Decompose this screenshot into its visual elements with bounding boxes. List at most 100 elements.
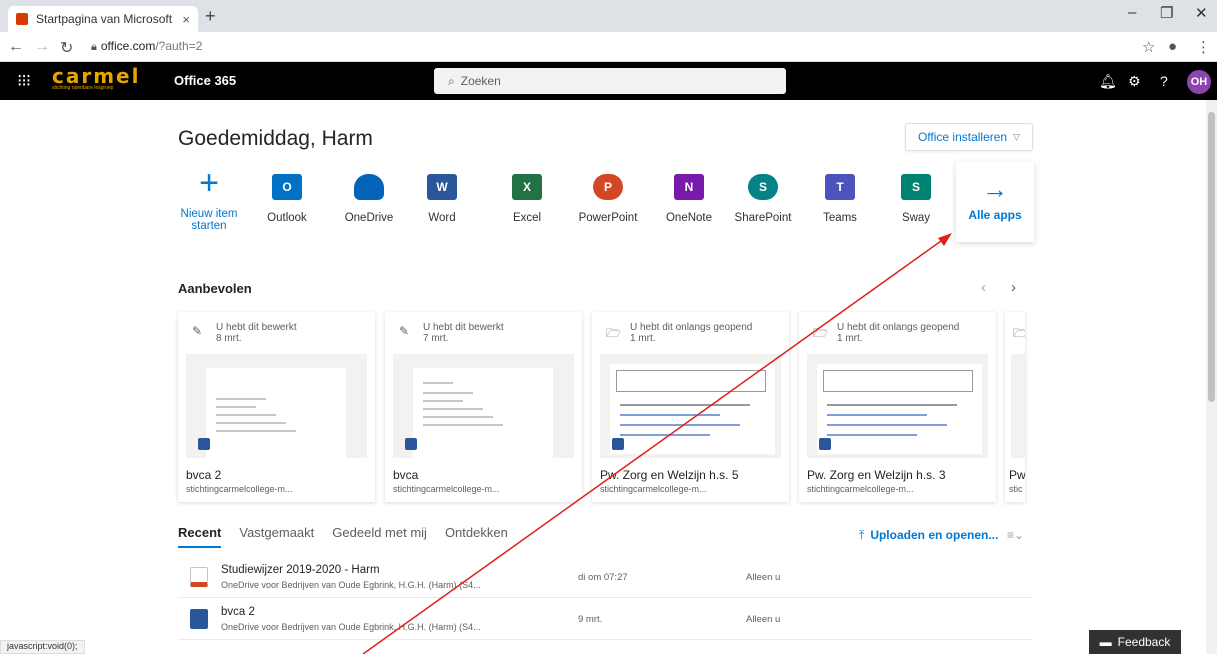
card-site: stichtingcarmelcollege-m... (807, 484, 914, 494)
plus-icon: + (199, 164, 219, 202)
new-tab-button[interactable]: + (205, 6, 216, 27)
app-label: Nieuw item starten (180, 208, 238, 232)
page-scrollbar[interactable] (1206, 100, 1217, 654)
document-thumbnail (600, 354, 781, 458)
restore-button[interactable]: ❐ (1160, 4, 1173, 22)
avatar[interactable]: OH (1187, 70, 1211, 94)
app-label: Excel (512, 212, 542, 224)
onedrive-icon (354, 174, 384, 200)
card-file-name: Pw. Zorg en Welzijn h.s. 3 (807, 468, 946, 482)
card-file-name: Pw. Zorg en Welzijn h.s. 5 (600, 468, 739, 482)
browser-menu-icon[interactable]: ⋮ (1196, 38, 1211, 56)
card-site: stic (1009, 484, 1023, 494)
recommended-heading: Aanbevolen (178, 281, 252, 296)
word-icon (190, 609, 208, 629)
file-path: OneDrive voor Bedrijven van Oude Egbrink… (221, 580, 481, 590)
recommended-card[interactable]: 🗁 U hebt dit onlangs geopend 1 mrt. Pw. Z… (799, 312, 996, 502)
file-tabs: Recent Vastgemaakt Gedeeld met mij Ontde… (178, 525, 508, 548)
outlook-icon: O (272, 174, 302, 200)
app-excel[interactable]: X Excel (489, 170, 565, 224)
url-field[interactable]: 🔒︎ office.com/?auth=2 (91, 39, 202, 54)
sort-menu-icon[interactable]: ≡⌄ (1007, 528, 1024, 542)
search-icon: ⌕ (448, 73, 455, 88)
tab-recent[interactable]: Recent (178, 525, 222, 548)
app-outlook[interactable]: O Outlook (249, 170, 325, 224)
card-date: 1 mrt. (837, 333, 863, 344)
close-window-button[interactable]: ✕ (1195, 4, 1208, 22)
card-activity: U hebt dit onlangs geopend (630, 322, 753, 333)
back-arrow-icon[interactable]: ← (8, 38, 24, 56)
recommended-card[interactable]: 🗁 Pw stic (1005, 312, 1025, 502)
table-row[interactable]: Studiewijzer 2019-2020 - Harm OneDrive v… (178, 558, 1033, 598)
upload-and-open-button[interactable]: ⤒ Uploaden en openen... (859, 528, 998, 543)
upload-label: Uploaden en openen... (870, 528, 999, 542)
upload-icon: ⤒ (859, 528, 865, 542)
onenote-icon: N (674, 174, 704, 200)
office-header: ⁝⁝⁝ carmel stichting openbare lesgroep O… (0, 62, 1217, 100)
reload-icon[interactable]: ↻ (60, 38, 73, 58)
app-label: Sway (901, 212, 931, 224)
excel-icon: X (512, 174, 542, 200)
app-onedrive[interactable]: OneDrive (331, 170, 407, 224)
file-name: bvca 2 (221, 606, 255, 618)
bell-icon[interactable]: 🔔︎ (1099, 73, 1117, 90)
recommended-card[interactable]: 🗁 U hebt dit onlangs geopend 1 mrt. Pw. Z… (592, 312, 789, 502)
carmel-logo[interactable]: carmel stichting openbare lesgroep (52, 66, 164, 93)
tab-close-icon[interactable]: × (182, 12, 190, 27)
tab-discover[interactable]: Ontdekken (445, 525, 508, 548)
app-word[interactable]: W Word (404, 170, 480, 224)
app-powerpoint[interactable]: P PowerPoint (570, 170, 646, 224)
tab-pinned[interactable]: Vastgemaakt (239, 525, 314, 548)
app-label: Word (428, 212, 456, 224)
document-thumbnail (393, 354, 574, 458)
app-label: OneDrive (344, 212, 394, 224)
app-launcher-icon[interactable]: ⁝⁝⁝ (17, 71, 31, 91)
status-link-preview: javascript:void(0); (0, 640, 85, 654)
card-site: stichtingcarmelcollege-m... (393, 484, 500, 494)
help-icon[interactable]: ? (1160, 73, 1168, 89)
account-icon[interactable]: ● (1168, 38, 1177, 55)
chevron-right-icon[interactable]: › (1011, 279, 1016, 296)
new-item-button[interactable]: + Nieuw item starten (171, 164, 247, 232)
folder-icon: 🗁 (606, 326, 621, 340)
teams-icon: T (825, 174, 855, 200)
file-path: OneDrive voor Bedrijven van Oude Egbrink… (221, 622, 481, 632)
lock-icon: 🔒︎ (91, 41, 97, 53)
logo-subtitle: stichting openbare lesgroep (52, 85, 114, 91)
minimize-button[interactable]: – (1128, 4, 1136, 21)
chat-icon: ▬ (1099, 635, 1112, 649)
powerpoint-icon: P (593, 174, 623, 200)
card-date: 1 mrt. (630, 333, 656, 344)
pencil-icon: ✎ (192, 324, 203, 338)
document-thumbnail (1011, 354, 1025, 458)
all-apps-button[interactable]: → Alle apps (956, 162, 1034, 242)
feedback-button[interactable]: ▬ Feedback (1089, 630, 1181, 654)
office-365-title[interactable]: Office 365 (174, 73, 236, 88)
url-host: office.com (100, 39, 156, 53)
scrollbar-thumb[interactable] (1208, 112, 1215, 402)
sway-icon: S (901, 174, 931, 200)
table-row[interactable]: bvca 2 OneDrive voor Bedrijven van Oude … (178, 600, 1033, 640)
browser-tab[interactable]: Startpagina van Microsoft Office × (8, 6, 198, 32)
folder-icon: 🗁 (1013, 326, 1025, 340)
recommended-card[interactable]: ✎ U hebt dit bewerkt 8 mrt. bvca 2 sticht… (178, 312, 375, 502)
sharepoint-icon: S (748, 174, 778, 200)
app-sway[interactable]: S Sway (878, 170, 954, 224)
forward-arrow-icon[interactable]: → (34, 38, 50, 56)
app-onenote[interactable]: N OneNote (651, 170, 727, 224)
gear-icon[interactable]: ⚙ (1128, 73, 1141, 90)
document-thumbnail (186, 354, 367, 458)
chevron-left-icon[interactable]: ‹ (981, 279, 986, 296)
app-label: PowerPoint (578, 212, 638, 224)
install-office-button[interactable]: Office installeren ▽ (905, 123, 1033, 151)
star-bookmark-icon[interactable]: ☆ (1142, 38, 1155, 56)
card-date: 8 mrt. (216, 333, 242, 344)
app-sharepoint[interactable]: S SharePoint (725, 170, 801, 224)
recommended-card[interactable]: ✎ U hebt dit bewerkt 7 mrt. bvca stichtin… (385, 312, 582, 502)
file-date: 9 mrt. (578, 614, 603, 625)
app-teams[interactable]: T Teams (802, 170, 878, 224)
card-file-name: Pw (1009, 468, 1025, 482)
tab-shared[interactable]: Gedeeld met mij (332, 525, 427, 548)
search-input[interactable]: ⌕ Zoeken (434, 68, 786, 94)
file-icon (190, 567, 208, 587)
